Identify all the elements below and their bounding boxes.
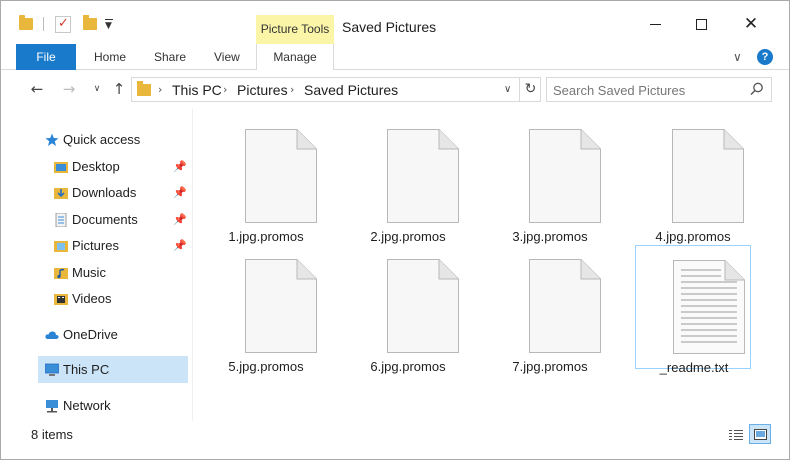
star-icon [45,133,59,146]
nav-item-downloads[interactable]: Downloads [54,182,189,204]
window-title: Saved Pictures [342,19,437,35]
breadcrumb-chevron-icon[interactable]: › [290,83,294,96]
minimize-button[interactable] [635,11,675,37]
cloud-icon [45,331,59,339]
nav-this-pc[interactable]: This PC [45,359,185,381]
nav-label: OneDrive [63,327,118,342]
item-count: 8 items [31,427,73,442]
explorer-window: ▼ Picture Tools Saved Pictures ✕ File Ho… [0,0,790,460]
pin-icon[interactable]: 📌 [173,213,187,226]
pictures-icon [54,241,68,252]
large-icons-view-button[interactable] [749,424,771,444]
tab-view[interactable]: View [214,44,240,70]
videos-icon [54,294,68,305]
breadcrumb-chevron-icon[interactable]: › [158,83,162,96]
documents-icon [55,213,67,227]
tab-manage[interactable]: Manage [256,44,334,70]
nav-label: Downloads [72,185,137,200]
large-icons-view-icon [754,429,767,440]
file-name: 3.jpg.promos [512,229,588,244]
tab-home[interactable]: Home [94,44,126,70]
text-file-icon [673,260,745,354]
file-item[interactable]: 3.jpg.promos [492,115,608,244]
file-name: _readme.txt [659,360,729,375]
downloads-icon [54,188,68,199]
desktop-icon [54,162,68,173]
nav-label: Network [63,398,111,413]
pin-icon[interactable]: 📌 [173,186,187,199]
qat-separator [43,17,44,31]
nav-label: Videos [72,291,112,306]
nav-label: This PC [63,362,110,377]
pin-icon[interactable]: 📌 [173,239,187,252]
nav-label: Documents [72,212,138,227]
refresh-icon[interactable]: ↻ [519,78,541,101]
breadcrumb-this-pc[interactable]: This PC [172,82,222,98]
nav-item-documents[interactable]: Documents [54,209,189,231]
nav-label: Desktop [72,159,120,174]
file-name: 5.jpg.promos [228,359,304,374]
address-history-icon[interactable]: ∨ [504,84,511,95]
properties-icon[interactable] [55,16,71,33]
nav-label: Pictures [72,238,119,253]
file-name: 1.jpg.promos [228,229,304,244]
nav-network[interactable]: Network [45,395,185,417]
file-item[interactable]: 1.jpg.promos [208,115,324,244]
new-folder-icon[interactable] [83,15,97,30]
status-bar [1,421,789,459]
nav-quick-access[interactable]: Quick access [45,129,185,151]
blank-file-icon [245,259,317,353]
music-icon [54,268,68,279]
file-name: 4.jpg.promos [655,229,731,244]
nav-label: Quick access [63,132,141,147]
maximize-button[interactable] [681,11,721,37]
tab-file[interactable]: File [16,44,76,70]
network-icon [46,400,58,413]
recent-locations-icon[interactable]: ∨ [87,79,107,99]
blank-file-icon [245,129,317,223]
file-item[interactable]: 4.jpg.promos [635,115,751,244]
search-icon[interactable] [750,82,764,96]
picture-tools-context-tab: Picture Tools [256,15,334,44]
nav-item-desktop[interactable]: Desktop [54,156,189,178]
details-view-icon[interactable] [729,429,743,441]
close-button[interactable]: ✕ [731,11,771,37]
up-button[interactable]: ↑ [109,79,129,99]
computer-icon [45,363,59,376]
folder-icon [137,81,151,96]
nav-onedrive[interactable]: OneDrive [45,324,185,346]
blank-file-icon [387,259,459,353]
forward-button[interactable]: → [59,79,79,99]
nav-item-videos[interactable]: Videos [54,288,189,310]
nav-label: Music [72,265,106,280]
file-item-selected[interactable]: _readme.txt [635,245,751,375]
nav-item-music[interactable]: Music [54,262,189,284]
search-placeholder: Search Saved Pictures [553,83,686,98]
blank-file-icon [387,129,459,223]
file-item[interactable]: 5.jpg.promos [208,245,324,374]
back-button[interactable]: ← [27,79,47,99]
qat-customize-icon[interactable]: ▼ [105,19,113,31]
tab-share[interactable]: Share [154,44,186,70]
file-item[interactable]: 7.jpg.promos [492,245,608,374]
breadcrumb-saved-pictures[interactable]: Saved Pictures [304,82,398,98]
file-name: 7.jpg.promos [512,359,588,374]
blank-file-icon [529,259,601,353]
breadcrumb-pictures[interactable]: Pictures [237,82,288,98]
expand-ribbon-icon[interactable]: ∨ [733,50,742,64]
file-item[interactable]: 2.jpg.promos [350,115,466,244]
blank-file-icon [529,129,601,223]
file-name: 2.jpg.promos [370,229,446,244]
file-item[interactable]: 6.jpg.promos [350,245,466,374]
nav-item-pictures[interactable]: Pictures [54,235,189,257]
file-name: 6.jpg.promos [370,359,446,374]
pin-icon[interactable]: 📌 [173,160,187,173]
folder-icon [19,15,33,30]
blank-file-icon [672,129,744,223]
breadcrumb-chevron-icon[interactable]: › [223,83,227,96]
help-icon[interactable]: ? [757,49,773,65]
